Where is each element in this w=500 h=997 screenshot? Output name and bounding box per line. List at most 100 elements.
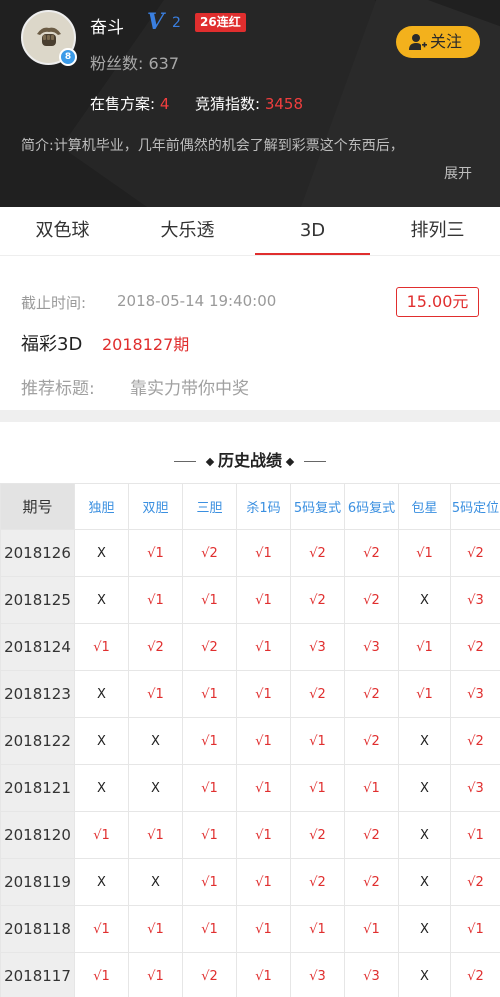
result-hit-cell: √1 [128, 952, 183, 997]
result-hit-cell: √2 [128, 623, 183, 671]
diamond-icon [205, 457, 215, 466]
tab-dlt[interactable]: 大乐透 [125, 207, 250, 256]
plans-on-sale: 在售方案: 4 [90, 93, 169, 114]
index-value: 3458 [264, 95, 304, 113]
column-header: 6码复式 [344, 483, 399, 530]
result-hit-cell: √1 [236, 529, 291, 577]
level-badge-icon: 8 [59, 48, 77, 66]
result-hit-cell: √1 [450, 905, 500, 953]
result-hit-cell: √1 [236, 576, 291, 624]
fist-icon [37, 27, 61, 46]
table-row: 2018126 X √1 √2 √1 √2 √2 √1 √2 [0, 529, 500, 577]
result-hit-cell: √2 [344, 529, 399, 577]
result-hit-cell: √1 [344, 764, 399, 812]
table-header-row: 期号 独胆 双胆 三胆 杀1码 5码复式 6码复式 包星 5码定位 [0, 483, 500, 530]
issue-cell: 2018117 [0, 952, 75, 997]
result-miss-cell: X [398, 764, 451, 812]
divider [304, 461, 326, 462]
result-hit-cell: √1 [74, 952, 129, 997]
result-hit-cell: √2 [182, 529, 237, 577]
result-hit-cell: √2 [290, 529, 345, 577]
recommend-label: 推荐标题: [21, 379, 95, 399]
result-miss-cell: X [74, 529, 129, 577]
result-hit-cell: √2 [450, 529, 500, 577]
result-miss-cell: X [398, 717, 451, 765]
result-miss-cell: X [74, 717, 129, 765]
plans-count: 4 [159, 95, 170, 113]
issue-number: 2018127期 [102, 335, 190, 354]
result-hit-cell: √1 [128, 670, 183, 718]
result-hit-cell: √1 [182, 764, 237, 812]
issue-cell: 2018121 [0, 764, 75, 812]
result-hit-cell: √1 [128, 905, 183, 953]
section-gap [0, 410, 500, 422]
result-miss-cell: X [398, 811, 451, 859]
result-hit-cell: √3 [290, 952, 345, 997]
person-plus-icon [409, 34, 427, 50]
result-hit-cell: √2 [344, 811, 399, 859]
result-hit-cell: √1 [128, 529, 183, 577]
tab-ssq[interactable]: 双色球 [0, 207, 125, 256]
result-hit-cell: √1 [182, 811, 237, 859]
result-hit-cell: √2 [344, 858, 399, 906]
result-hit-cell: √1 [182, 717, 237, 765]
tab-pl3[interactable]: 排列三 [375, 207, 500, 256]
user-intro: 简介:计算机毕业，几年前偶然的机会了解到彩票这个东西后， [21, 138, 404, 154]
price-button[interactable]: 15.00元 [396, 287, 479, 317]
result-hit-cell: √1 [182, 858, 237, 906]
result-hit-cell: √1 [290, 764, 345, 812]
result-hit-cell: √1 [236, 764, 291, 812]
table-row: 2018121 X X √1 √1 √1 √1 X √3 [0, 764, 500, 812]
result-hit-cell: √1 [74, 811, 129, 859]
result-hit-cell: √2 [450, 952, 500, 997]
user-name: 奋斗 [90, 18, 124, 38]
result-hit-cell: √1 [74, 905, 129, 953]
history-title: 历史战绩 [217, 451, 282, 470]
result-miss-cell: X [128, 717, 183, 765]
issue-cell: 2018120 [0, 811, 75, 859]
result-hit-cell: √1 [236, 905, 291, 953]
guess-index: 竞猜指数: 3458 [195, 93, 303, 114]
result-miss-cell: X [128, 858, 183, 906]
result-hit-cell: √1 [398, 670, 451, 718]
result-hit-cell: √2 [182, 623, 237, 671]
table-row: 2018124 √1 √2 √2 √1 √3 √3 √1 √2 [0, 623, 500, 671]
result-hit-cell: √1 [236, 952, 291, 997]
result-hit-cell: √2 [290, 811, 345, 859]
column-header: 包星 [398, 483, 451, 530]
result-hit-cell: √2 [344, 576, 399, 624]
plans-label: 在售方案: [90, 95, 160, 113]
result-hit-cell: √1 [182, 670, 237, 718]
follow-label: 关注 [430, 32, 463, 51]
result-miss-cell: X [128, 764, 183, 812]
vip-level: 2 [172, 15, 181, 31]
tab-3d[interactable]: 3D [250, 207, 375, 256]
issue-cell: 2018119 [0, 858, 75, 906]
result-hit-cell: √2 [290, 576, 345, 624]
result-hit-cell: √1 [398, 623, 451, 671]
result-hit-cell: √1 [236, 858, 291, 906]
fans-count: 粉丝数: 637 [90, 54, 180, 73]
result-hit-cell: √1 [236, 811, 291, 859]
issue-cell: 2018122 [0, 717, 75, 765]
expand-link[interactable]: 展开 [444, 163, 472, 183]
streak-badge: 26连红 [195, 13, 246, 32]
result-hit-cell: √1 [182, 905, 237, 953]
result-hit-cell: √2 [450, 717, 500, 765]
column-header: 三胆 [182, 483, 237, 530]
recommend-title: 靠实力带你中奖 [130, 379, 249, 399]
result-miss-cell: X [398, 952, 451, 997]
follow-button[interactable]: 关注 [396, 26, 480, 58]
column-header: 独胆 [74, 483, 129, 530]
issue-cell: 2018118 [0, 905, 75, 953]
result-hit-cell: √2 [182, 952, 237, 997]
result-hit-cell: √2 [344, 670, 399, 718]
table-row: 2018117 √1 √1 √2 √1 √3 √3 X √2 [0, 952, 500, 997]
result-hit-cell: √1 [128, 576, 183, 624]
result-hit-cell: √3 [344, 623, 399, 671]
result-hit-cell: √1 [236, 623, 291, 671]
column-header-issue: 期号 [0, 483, 75, 530]
history-table: 期号 独胆 双胆 三胆 杀1码 5码复式 6码复式 包星 5码定位 2018126 X √1 √2 √1… [0, 483, 500, 997]
result-miss-cell: X [398, 905, 451, 953]
table-row: 2018119 X X √1 √1 √2 √2 X √2 [0, 858, 500, 906]
